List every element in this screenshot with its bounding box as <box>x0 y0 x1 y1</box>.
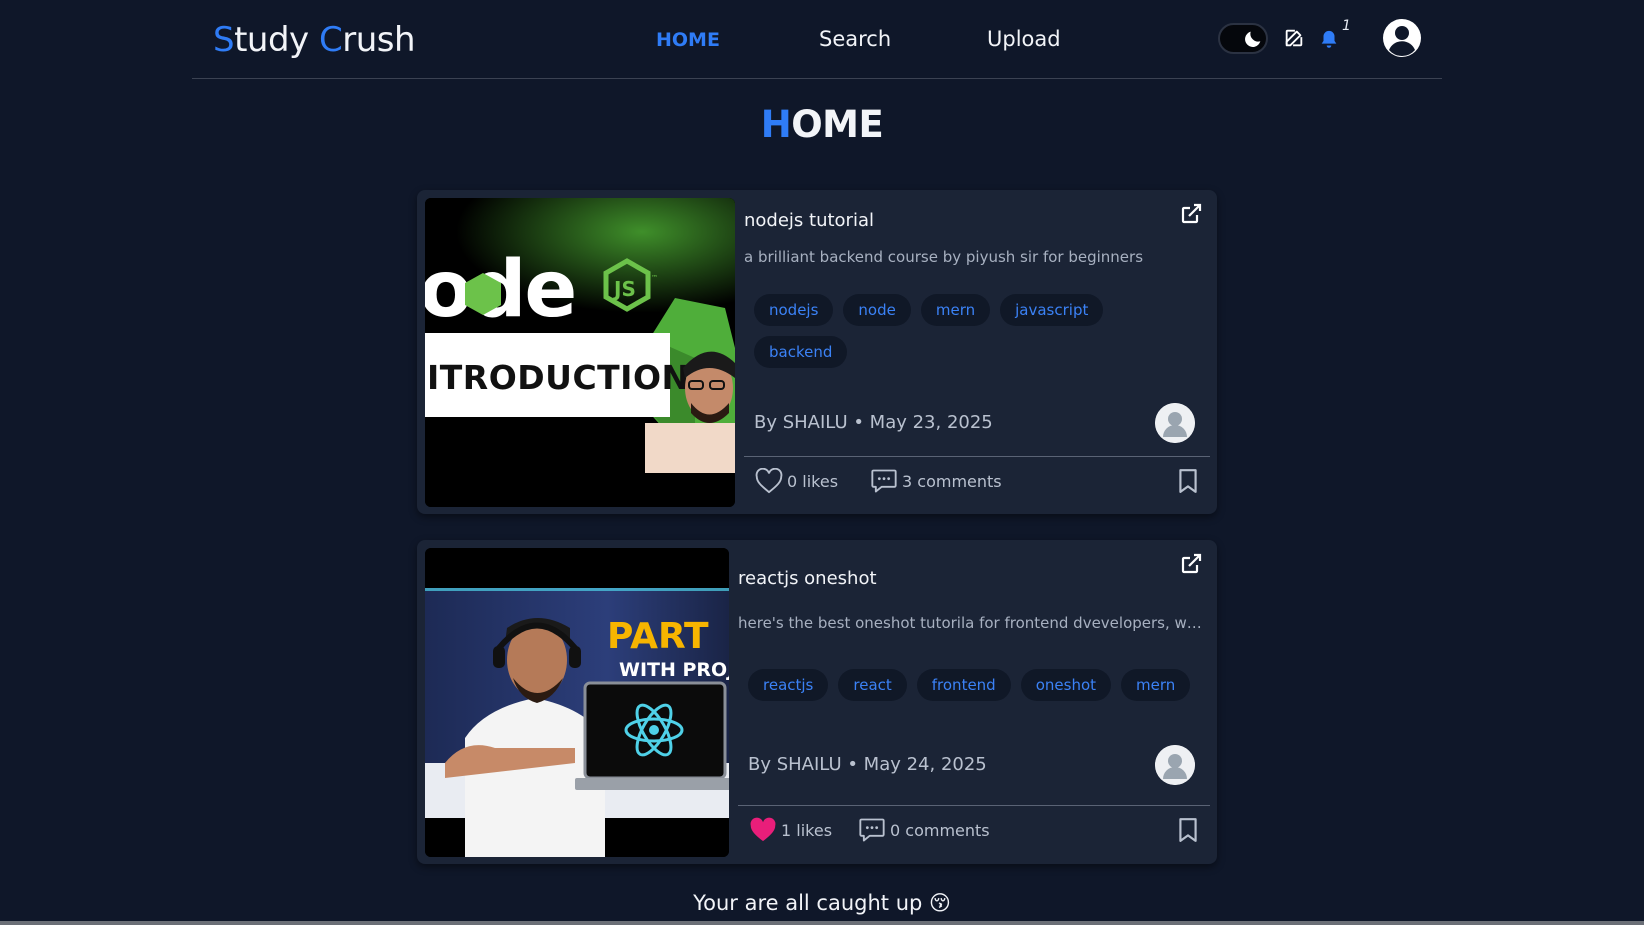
page-title-initial: H <box>760 103 792 146</box>
post-thumbnail[interactable]: ode JS ™ ITRODUCTION <box>425 198 735 507</box>
heart-filled-icon <box>750 817 776 842</box>
comment-count: 3 comments <box>902 471 1002 491</box>
moon-icon <box>1245 31 1261 47</box>
notification-count: 1 <box>1342 18 1351 34</box>
tag-list: reactjs react frontend oneshot mern <box>748 669 1208 701</box>
nav-link-search[interactable]: Search <box>819 26 891 52</box>
bell-icon[interactable] <box>1318 28 1340 52</box>
author-avatar[interactable] <box>1155 403 1195 443</box>
post-card: ode JS ™ ITRODUCTION nodejs tutorial a b… <box>417 190 1217 514</box>
post-description: a brilliant backend course by piyush sir… <box>744 248 1144 266</box>
tag[interactable]: mern <box>1121 669 1191 701</box>
thumbnail-trademark: ™ <box>651 274 658 282</box>
post-title[interactable]: reactjs oneshot <box>738 567 877 591</box>
like-count: 0 likes <box>787 471 839 491</box>
nav-link-upload[interactable]: Upload <box>987 26 1061 52</box>
bottom-edge-bar <box>0 921 1644 925</box>
post-author-date: By SHAILU • May 24, 2025 <box>748 754 987 775</box>
like-count: 1 likes <box>781 820 833 840</box>
thumbnail-subline: WITH PROJEC <box>619 659 729 681</box>
post-description: here's the best oneshot tutorila for fro… <box>738 614 1206 632</box>
theme-toggle[interactable] <box>1218 23 1268 54</box>
page-title-rest: OME <box>791 103 884 146</box>
card-divider <box>744 456 1210 457</box>
user-avatar-icon[interactable] <box>1382 18 1422 58</box>
comment-icon <box>859 818 885 842</box>
like-button[interactable]: 1 likes <box>749 817 832 843</box>
tag[interactable]: react <box>838 669 907 701</box>
user-placeholder-icon <box>1155 403 1195 443</box>
thumbnail-headline: PART <box>607 616 709 657</box>
tag-list: nodejs node mern javascript backend <box>754 294 1194 368</box>
post-title[interactable]: nodejs tutorial <box>744 209 874 233</box>
post-thumbnail[interactable]: PART WITH PROJEC <box>425 548 729 857</box>
caught-up-message: Your are all caught up 😚 <box>693 891 951 915</box>
page: Study Crush HOME Search Upload 1 HOME JS… <box>0 0 1644 925</box>
bookmark-icon[interactable] <box>1177 468 1199 494</box>
reactjs-thumbnail-image: PART WITH PROJEC <box>425 548 729 857</box>
nodejs-thumbnail-image: ode JS ™ ITRODUCTION <box>425 198 735 507</box>
comment-button[interactable]: 0 comments <box>858 817 990 843</box>
thumbnail-badge: JS <box>612 277 636 301</box>
like-button[interactable]: 0 likes <box>755 468 838 494</box>
navbar: Study Crush HOME Search Upload 1 <box>192 0 1442 79</box>
tag[interactable]: node <box>843 294 911 326</box>
post-card: PART WITH PROJEC reactjs oneshot here's … <box>417 540 1217 864</box>
tag[interactable]: javascript <box>1000 294 1104 326</box>
edit-icon[interactable] <box>1283 27 1305 49</box>
thumbnail-banner: ITRODUCTION <box>427 358 690 397</box>
comment-icon <box>871 469 897 493</box>
post-author-date: By SHAILU • May 23, 2025 <box>754 412 993 433</box>
tag[interactable]: nodejs <box>754 294 834 326</box>
tag[interactable]: reactjs <box>748 669 829 701</box>
heart-outline-icon <box>755 468 783 494</box>
author-avatar[interactable] <box>1155 745 1195 785</box>
page-title: HOME <box>0 101 1644 149</box>
user-placeholder-icon <box>1155 745 1195 785</box>
comment-count: 0 comments <box>890 820 990 840</box>
bookmark-icon[interactable] <box>1177 817 1199 843</box>
tag[interactable]: oneshot <box>1020 669 1112 701</box>
comment-button[interactable]: 3 comments <box>870 468 1002 494</box>
tag[interactable]: backend <box>754 336 848 368</box>
external-link-icon[interactable] <box>1179 552 1203 576</box>
tag[interactable]: frontend <box>916 669 1011 701</box>
card-divider <box>738 805 1210 806</box>
nav-link-home[interactable]: HOME <box>656 27 720 53</box>
external-link-icon[interactable] <box>1179 202 1203 226</box>
tag[interactable]: mern <box>920 294 991 326</box>
